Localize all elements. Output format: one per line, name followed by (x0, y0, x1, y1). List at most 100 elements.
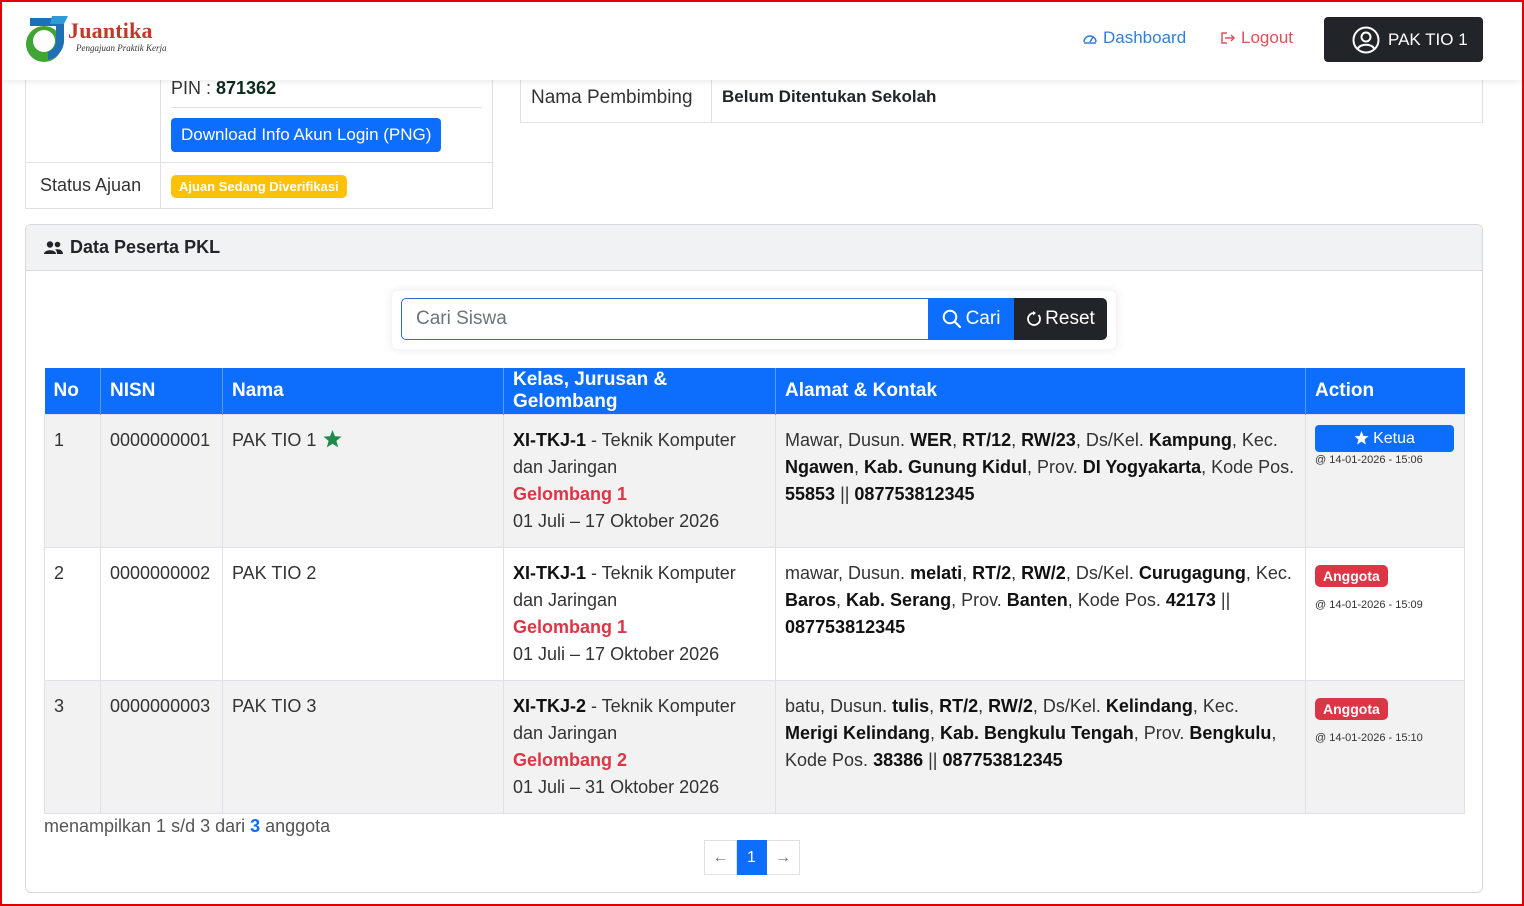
alamat-rt: RT/2 (972, 562, 1012, 583)
cell-kelas: XI-TKJ-2 - Teknik Komputer dan Jaringan … (503, 679, 776, 814)
logo-mark-icon (26, 16, 68, 62)
user-menu-button[interactable]: PAK TIO 1 (1324, 17, 1483, 62)
card-title: Data Peserta PKL (70, 237, 221, 257)
users-icon (44, 240, 63, 254)
reset-icon (1027, 311, 1042, 326)
kelas-code: XI-TKJ-1 (513, 429, 587, 450)
alamat-dusun: melati (910, 562, 963, 583)
cell-nama: PAK TIO 2 (222, 546, 504, 681)
cell-action: Ketua @ 14-01-2026 - 15:06 (1305, 413, 1465, 548)
alamat-rw: RW/23 (1021, 429, 1076, 450)
brand-logo[interactable]: Juantika Pengajuan Praktik Kerja (24, 14, 174, 66)
cell-alamat: mawar, Dusun. melati, RT/2, RW/2, Ds/Kel… (775, 546, 1306, 681)
alamat-kabupaten: Kab. Serang (846, 589, 952, 610)
alamat-rw: RW/2 (988, 695, 1033, 716)
timestamp: @ 14-01-2026 - 15:06 (1315, 453, 1423, 466)
nav-dashboard-label: Dashboard (1103, 28, 1187, 47)
nav-logout-label: Logout (1241, 28, 1293, 47)
download-login-info-button[interactable]: Download Info Akun Login (PNG) (171, 118, 442, 152)
status-ajuan-cell: Ajuan Sedang Diverifikasi (161, 163, 492, 208)
periode: 01 Juli – 17 Oktober 2026 (513, 643, 720, 664)
search-button[interactable]: Cari (928, 298, 1014, 340)
pagination-prev[interactable]: ← (704, 840, 737, 875)
nav-logout-link[interactable]: Logout (1220, 28, 1293, 48)
col-header-kelas: Kelas, Jurusan & Gelombang (503, 368, 776, 414)
alamat-desa: Kampung (1148, 429, 1232, 450)
pagination: ← 1 → (704, 840, 800, 875)
timestamp: @ 14-01-2026 - 15:10 (1315, 731, 1423, 744)
alamat-jalan: Mawar (785, 429, 839, 450)
status-badge: Ajuan Sedang Diverifikasi (171, 175, 347, 198)
peserta-card-header: Data Peserta PKL (26, 225, 1482, 271)
alamat-dusun: WER (910, 429, 953, 450)
brand-subtitle: Pengajuan Praktik Kerja (76, 43, 167, 53)
student-name: PAK TIO 2 (232, 562, 317, 583)
timestamp: @ 14-01-2026 - 15:09 (1315, 598, 1423, 611)
alamat-telepon: 087753812345 (785, 616, 906, 637)
summary-suffix: anggota (260, 816, 331, 836)
cell-nama: PAK TIO 1 (222, 413, 504, 548)
cell-nama: PAK TIO 3 (222, 679, 504, 814)
peserta-card: Data Peserta PKL Cari Reset No NI (25, 224, 1483, 893)
alamat-rt: RT/2 (939, 695, 979, 716)
search-bar: Cari Reset (392, 291, 1116, 349)
col-header-alamat: Alamat & Kontak (775, 368, 1306, 414)
nav-dashboard-link[interactable]: Dashboard (1082, 28, 1186, 48)
periode: 01 Juli – 17 Oktober 2026 (513, 510, 720, 531)
pagination-page[interactable]: 1 (737, 840, 767, 875)
alamat-rw: RW/2 (1021, 562, 1066, 583)
cell-no: 2 (44, 546, 101, 681)
alamat-kecamatan: Merigi Kelindang (785, 722, 931, 743)
col-header-action: Action (1305, 368, 1465, 414)
cell-no: 1 (44, 413, 101, 548)
gelombang: Gelombang 1 (513, 616, 628, 637)
brand-title: Juantika (68, 18, 153, 43)
summary-total: 3 (250, 816, 261, 836)
alamat-jalan: batu (785, 695, 821, 716)
search-button-label: Cari (965, 308, 1001, 329)
status-ajuan-row: Status Ajuan Ajuan Sedang Diverifikasi (26, 162, 492, 208)
table-summary: menampilkan 1 s/d 3 dari 3 anggota (44, 816, 330, 837)
alamat-provinsi: Banten (1006, 589, 1068, 610)
alamat-jalan: mawar (785, 562, 839, 583)
logout-icon (1221, 32, 1236, 44)
peserta-table: No NISN Nama Kelas, Jurusan & Gelombang … (44, 368, 1465, 814)
cell-nisn: 0000000002 (100, 546, 223, 681)
star-icon (1354, 431, 1369, 445)
navbar: Juantika Pengajuan Praktik Kerja Dashboa… (2, 2, 1522, 80)
cell-alamat: Mawar, Dusun. WER, RT/12, RW/23, Ds/Kel.… (775, 413, 1306, 548)
pin-value: 871362 (216, 78, 277, 98)
alamat-desa: Kelindang (1105, 695, 1193, 716)
summary-prefix: menampilkan 1 s/d 3 dari (44, 816, 251, 836)
alamat-kodepos: 42173 (1165, 589, 1216, 610)
col-header-nama: Nama (222, 368, 504, 414)
ketua-button[interactable]: Ketua (1315, 424, 1454, 452)
alamat-dusun: tulis (892, 695, 930, 716)
student-name: PAK TIO 1 (232, 429, 317, 450)
cell-nisn: 0000000003 (100, 679, 223, 814)
alamat-kabupaten: Kab. Bengkulu Tengah (940, 722, 1134, 743)
alamat-desa: Curugagung (1138, 562, 1246, 583)
alamat-kecamatan: Ngawen (785, 456, 855, 477)
cell-no: 3 (44, 679, 101, 814)
pin-label: PIN : (171, 78, 217, 98)
reset-button[interactable]: Reset (1014, 298, 1107, 340)
pagination-next[interactable]: → (767, 840, 800, 875)
status-ajuan-label: Status Ajuan (26, 163, 161, 208)
alamat-kabupaten: Kab. Gunung Kidul (864, 456, 1028, 477)
dashboard-gauge-icon (1083, 35, 1097, 44)
account-info-table: PIN : 871362 Download Info Akun Login (P… (25, 60, 493, 209)
student-name: PAK TIO 3 (232, 695, 317, 716)
alamat-telepon: 087753812345 (942, 749, 1063, 770)
alamat-kodepos: 38386 (873, 749, 924, 770)
alamat-kodepos: 55853 (785, 483, 836, 504)
table-header-row: No NISN Nama Kelas, Jurusan & Gelombang … (44, 368, 1465, 414)
search-input[interactable] (401, 298, 928, 340)
reset-button-label: Reset (1045, 308, 1095, 329)
cell-alamat: batu, Dusun. tulis, RT/2, RW/2, Ds/Kel. … (775, 679, 1306, 814)
anggota-badge[interactable]: Anggota (1315, 697, 1388, 720)
alamat-rt: RT/12 (962, 429, 1012, 450)
anggota-badge[interactable]: Anggota (1315, 564, 1388, 587)
star-icon (323, 429, 342, 447)
gelombang: Gelombang 1 (513, 483, 628, 504)
